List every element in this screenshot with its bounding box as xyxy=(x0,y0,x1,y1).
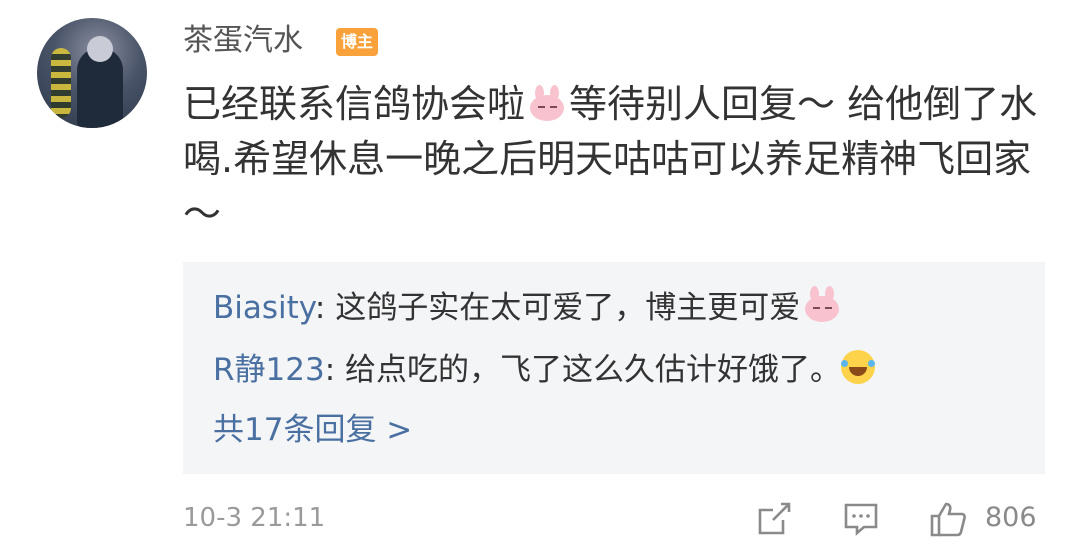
blogger-badge: 博主 xyxy=(336,28,379,56)
avatar-head xyxy=(87,36,113,62)
comment-text-part1: 已经联系信鸽协会啦 xyxy=(183,82,526,126)
like-count: 806 xyxy=(985,502,1037,533)
reply-item: Biasity: 这鸽子实在太可爱了，博主更可爱 xyxy=(213,286,844,328)
bunny-emoji-icon xyxy=(802,286,842,324)
reply-item: R静123: 给点吃的，飞了这么久估计好饿了。 xyxy=(213,350,876,390)
laughing-crying-emoji-icon xyxy=(841,350,876,384)
more-replies-link[interactable]: 共17条回复 > xyxy=(213,410,412,450)
comment-text: 已经联系信鸽协会啦 等待别人回复～ 给他倒了水喝.希望休息一晚之后明天咕咕可以养足… xyxy=(183,77,1043,242)
share-button[interactable] xyxy=(755,500,793,538)
reply-separator: : xyxy=(324,352,346,388)
share-icon xyxy=(758,502,791,535)
reply-box: Biasity: 这鸽子实在太可爱了，博主更可爱 R静123: 给点吃的，飞了这… xyxy=(183,262,1045,474)
avatar-decoration xyxy=(51,48,71,118)
comment-button[interactable] xyxy=(842,500,880,538)
reply-text: 这鸽子实在太可爱了，博主更可爱 xyxy=(335,290,801,326)
thumbs-up-icon xyxy=(930,502,966,537)
comment-timestamp: 10-3 21:11 xyxy=(183,503,326,533)
comment-icon xyxy=(844,503,878,536)
like-button[interactable] xyxy=(928,500,968,538)
user-avatar[interactable] xyxy=(37,18,147,128)
username[interactable]: 茶蛋汽水 xyxy=(183,21,303,61)
reply-text: 给点吃的，飞了这么久估计好饿了。 xyxy=(345,352,842,388)
bunny-emoji-icon xyxy=(527,85,567,123)
reply-author[interactable]: Biasity xyxy=(213,290,315,326)
reply-separator: : xyxy=(314,290,336,326)
reply-author[interactable]: R静123 xyxy=(213,352,325,388)
